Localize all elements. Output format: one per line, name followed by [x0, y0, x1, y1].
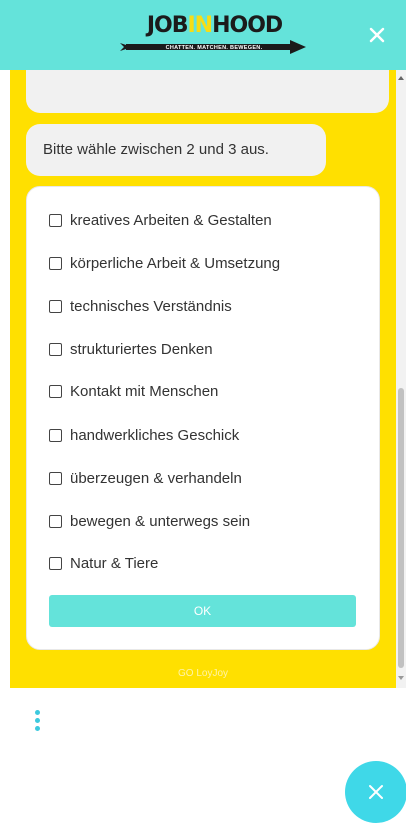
chat-scrollbar[interactable] — [396, 70, 406, 688]
option-bewegen-unterwegs[interactable]: bewegen & unterwegs sein — [49, 510, 250, 532]
kebab-menu-icon[interactable] — [34, 710, 42, 734]
bot-message-bubble: Bitte wähle zwischen 2 und 3 aus. — [26, 124, 326, 176]
option-kreatives-arbeiten[interactable]: kreatives Arbeiten & Gestalten — [49, 209, 272, 231]
checkbox[interactable] — [49, 299, 62, 313]
option-kontakt-mit-menschen[interactable]: Kontakt mit Menschen — [49, 380, 218, 402]
option-handwerkliches-geschick[interactable]: handwerkliches Geschick — [49, 424, 239, 446]
logo-tagline: CHATTEN. MATCHEN. BEWEGEN. — [165, 45, 263, 51]
close-icon[interactable] — [366, 24, 388, 46]
option-strukturiertes-denken[interactable]: strukturiertes Denken — [49, 338, 213, 360]
jobinhood-logo: JOBINHOOD CHATTEN. MATCHEN. BEWEGEN. — [118, 9, 308, 61]
checkbox[interactable] — [49, 342, 62, 356]
option-koerperliche-arbeit[interactable]: körperliche Arbeit & Umsetzung — [49, 252, 280, 274]
scroll-thumb[interactable] — [398, 388, 404, 668]
options-card: kreatives Arbeiten & Gestalten körperlic… — [26, 186, 380, 650]
checkbox[interactable] — [49, 384, 62, 398]
checkbox[interactable] — [49, 428, 62, 442]
logo-wordmark: JOBINHOOD — [146, 13, 283, 38]
ok-button[interactable]: OK — [49, 595, 356, 627]
scroll-down-arrow-icon[interactable] — [398, 676, 404, 680]
option-natur-tiere[interactable]: Natur & Tiere — [49, 552, 158, 574]
close-icon — [369, 785, 383, 799]
chat-toggle-button[interactable] — [345, 761, 406, 823]
chat-area: Bitte wähle zwischen 2 und 3 aus. kreati… — [10, 70, 396, 688]
previous-message-bubble — [26, 70, 389, 113]
chat-header: JOBINHOOD CHATTEN. MATCHEN. BEWEGEN. — [0, 0, 406, 70]
option-technisches-verstaendnis[interactable]: technisches Verständnis — [49, 295, 232, 317]
bot-message-text: Bitte wähle zwischen 2 und 3 aus. — [43, 141, 269, 158]
powered-by-label[interactable]: GO LoyJoy — [10, 668, 396, 679]
scroll-up-arrow-icon[interactable] — [398, 76, 404, 80]
checkbox[interactable] — [49, 471, 62, 485]
checkbox[interactable] — [49, 256, 62, 270]
checkbox[interactable] — [49, 213, 62, 227]
option-ueberzeugen-verhandeln[interactable]: überzeugen & verhandeln — [49, 467, 242, 489]
checkbox[interactable] — [49, 556, 62, 570]
checkbox[interactable] — [49, 514, 62, 528]
